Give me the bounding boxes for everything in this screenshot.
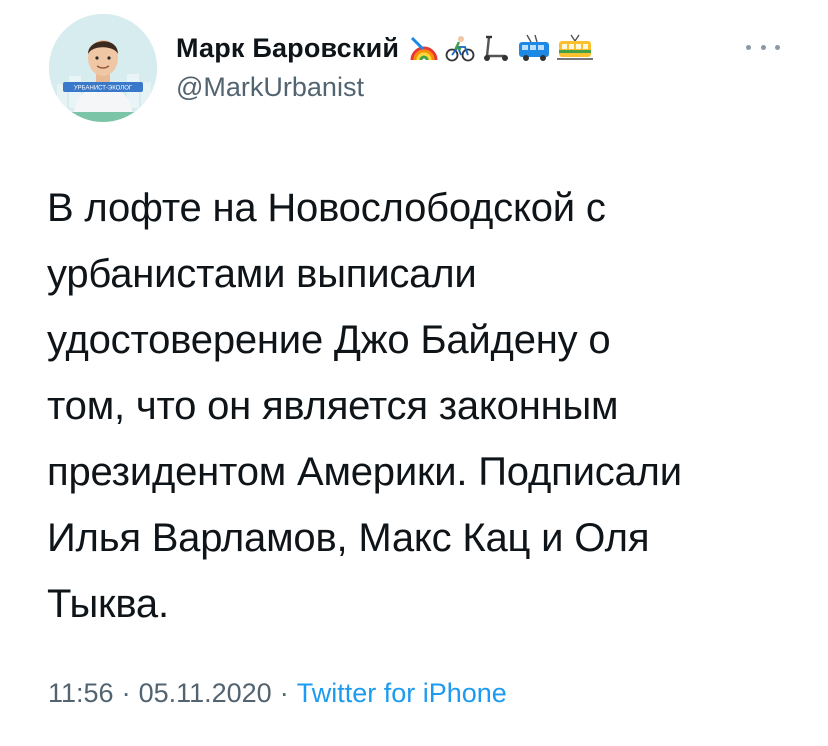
avatar-image: УРБАНИСТ-ЭКОЛОГ — [49, 14, 157, 122]
tweet-text-line: том, что он является законным — [47, 384, 619, 428]
meta-separator: · — [121, 678, 131, 708]
name-row: Марк Баровский — [176, 30, 768, 66]
tweet-header: Марк Баровский @MarkUrbanist — [176, 30, 768, 103]
cyclist-emoji — [445, 34, 475, 62]
dot-icon — [760, 44, 766, 50]
tweet-text-line: Тыква. — [47, 582, 169, 626]
kick-scooter-emoji — [481, 34, 511, 62]
tweet-time[interactable]: 11:56 — [48, 678, 114, 708]
avatar-badge-text: УРБАНИСТ-ЭКОЛОГ — [74, 86, 133, 92]
tweet-text: В лофте на Новослободской с урбанистами … — [47, 175, 787, 637]
tweet-text-line: урбанистами выписали — [47, 252, 477, 296]
tweet-text-line: Илья Варламов, Макс Кац и Оля — [47, 516, 650, 560]
dot-icon — [775, 44, 780, 50]
more-options-icon[interactable] — [746, 40, 780, 54]
user-handle[interactable]: @MarkUrbanist — [176, 72, 768, 103]
tweet-meta: 11:56 · 05.11.2020 · Twitter for iPhone — [48, 678, 507, 709]
tweet-source-link[interactable]: Twitter for iPhone — [297, 678, 507, 708]
rainbow-emoji — [409, 34, 439, 62]
tweet: УРБАНИСТ-ЭКОЛОГ Марк Баровский @MarkUrba… — [0, 0, 828, 746]
tweet-date[interactable]: 05.11.2020 — [139, 678, 272, 708]
trolleybus-emoji — [517, 34, 551, 62]
name-emojis — [409, 34, 594, 62]
meta-separator: · — [279, 678, 289, 708]
tweet-text-line: президентом Америки. Подписали — [47, 450, 682, 494]
dot-icon — [746, 44, 751, 50]
avatar[interactable]: УРБАНИСТ-ЭКОЛОГ — [49, 14, 157, 122]
tweet-text-line: удостоверение Джо Байдену о — [47, 318, 611, 362]
tweet-text-line: В лофте на Новослободской с — [47, 186, 606, 230]
display-name[interactable]: Марк Баровский — [176, 33, 399, 64]
tram-emoji — [557, 34, 594, 62]
